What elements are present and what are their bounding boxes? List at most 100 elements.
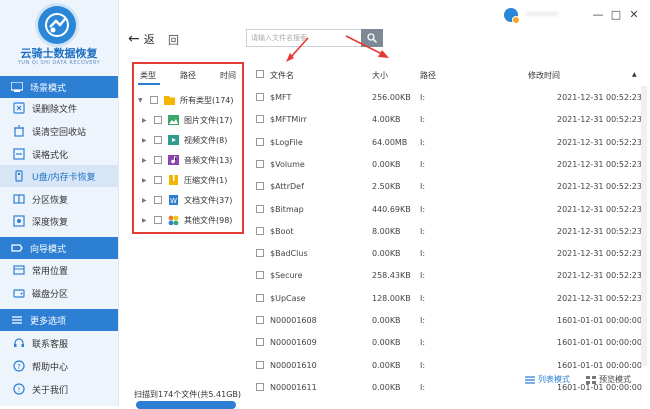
sidebar-item-recycle-bin[interactable]: 误清空回收站 [0,120,118,142]
filter-item-archives[interactable]: ▶ 压缩文件(1) [134,170,242,190]
column-header-modified[interactable]: 修改时间 [528,70,560,81]
filter-item-audio[interactable]: ▶ 音频文件(13) [134,150,242,170]
checkbox[interactable] [154,176,162,184]
refresh-button[interactable]: 回 [168,32,179,48]
cell-file-path: I: [420,316,426,325]
table-row[interactable]: $AttrDef 2.50KB I: 2021-12-31 00:52:23 [250,175,650,197]
column-header-name[interactable]: 文件名 [270,70,294,81]
scrollbar[interactable] [641,86,647,366]
filter-item-label: 视频文件(8) [184,135,228,145]
expand-right-icon[interactable]: ▶ [142,217,150,224]
row-checkbox[interactable] [256,204,264,213]
sidebar-item-usb-recovery[interactable]: U盘/内存卡恢复 [0,165,118,187]
user-info[interactable]: ******** [504,8,558,24]
guide-mode-header[interactable]: 向导模式 [0,237,118,259]
table-row[interactable]: $BadClus 0.00KB I: 2021-12-31 00:52:23 [250,242,650,264]
table-row[interactable]: $Bitmap 440.69KB I: 2021-12-31 00:52:23 [250,198,650,220]
filter-item-videos[interactable]: ▶ 视频文件(8) [134,130,242,150]
expand-right-icon[interactable]: ▶ [142,157,150,164]
usb-icon [12,169,26,183]
sidebar-item-deep-recovery[interactable]: 深度恢复 [0,210,118,232]
sidebar-item-help-center[interactable]: ? 帮助中心 [0,355,118,377]
expand-right-icon[interactable]: ▶ [142,137,150,144]
cell-modified-time: 2021-12-31 00:52:23 [557,115,642,125]
expand-down-icon[interactable]: ▼ [138,97,146,104]
checkbox[interactable] [154,116,162,124]
back-button[interactable]: ← 返 [128,31,155,47]
tab-path[interactable]: 路径 [180,70,196,81]
expand-right-icon[interactable]: ▶ [142,117,150,124]
maximize-button[interactable]: □ [610,8,622,21]
sidebar-item-partition-recovery[interactable]: 分区恢复 [0,188,118,210]
row-checkbox[interactable] [256,360,264,369]
sidebar-item-about-us[interactable]: ! 关于我们 [0,378,118,400]
table-row[interactable]: N00001608 0.00KB I: 1601-01-01 00:00:00 [250,309,650,331]
minimize-button[interactable]: — [592,8,604,21]
column-header-size[interactable]: 大小 [372,70,388,81]
list-mode-label: 列表模式 [538,375,570,384]
row-checkbox[interactable] [256,271,264,280]
table-row[interactable]: $MFT 256.00KB I: 2021-12-31 00:52:23 [250,86,650,108]
cell-file-size: 0.00KB [372,159,401,169]
expand-right-icon[interactable]: ▶ [142,197,150,204]
svg-text:W: W [170,197,177,205]
table-row[interactable]: $LogFile 64.00MB I: 2021-12-31 00:52:23 [250,131,650,153]
sidebar-item-label: 深度恢复 [32,217,69,228]
row-checkbox[interactable] [256,249,264,258]
table-row[interactable]: $MFTMirr 4.00KB I: 2021-12-31 00:52:23 [250,108,650,130]
filter-item-documents[interactable]: ▶ W 文档文件(37) [134,190,242,210]
column-header-path[interactable]: 路径 [420,70,436,81]
filter-item-label: 所有类型(174) [180,95,234,105]
tab-type[interactable]: 类型 [140,70,156,81]
row-checkbox[interactable] [256,159,264,168]
scene-mode-header[interactable]: 场景模式 [0,76,118,98]
row-checkbox[interactable] [256,382,264,391]
sidebar-item-disk-partition[interactable]: 磁盘分区 [0,282,118,304]
row-checkbox[interactable] [256,93,264,101]
row-checkbox[interactable] [256,226,264,235]
table-row[interactable]: $Boot 8.00KB I: 2021-12-31 00:52:23 [250,220,650,242]
preview-mode-button[interactable]: 预览模式 [586,374,631,385]
sidebar-item-format[interactable]: 误格式化 [0,143,118,165]
cell-file-path: I: [420,249,426,259]
checkbox[interactable] [154,216,162,224]
svg-text:?: ? [17,363,21,371]
row-checkbox[interactable] [256,115,264,124]
checkbox[interactable] [154,196,162,204]
more-options-header[interactable]: 更多选项 [0,309,118,331]
recover-button[interactable] [136,401,236,409]
cell-file-path: I: [420,182,426,192]
table-row[interactable]: N00001610 0.00KB I: 1601-01-01 00:00:00 [250,354,650,376]
tab-time[interactable]: 时间 [220,70,236,81]
image-icon [168,115,179,125]
table-row[interactable]: N00001609 0.00KB I: 1601-01-01 00:00:00 [250,331,650,353]
row-checkbox[interactable] [256,182,264,191]
cell-file-name: $LogFile [270,137,303,147]
filter-item-all-types[interactable]: ▼ 所有类型(174) [134,90,242,110]
sidebar-item-contact-support[interactable]: 联系客服 [0,332,118,354]
checkbox[interactable] [154,136,162,144]
row-checkbox[interactable] [256,316,264,324]
table-row[interactable]: $Secure 258.43KB I: 2021-12-31 00:52:23 [250,264,650,286]
cell-file-size: 256.00KB [372,93,411,102]
table-row[interactable]: $Volume 0.00KB I: 2021-12-31 00:52:23 [250,153,650,175]
close-button[interactable]: ✕ [628,8,640,21]
filter-item-images[interactable]: ▶ 图片文件(17) [134,110,242,130]
list-mode-button[interactable]: 列表模式 [525,374,570,385]
expand-right-icon[interactable]: ▶ [142,177,150,184]
table-row[interactable]: $UpCase 128.00KB I: 2021-12-31 00:52:23 [250,287,650,309]
select-all-checkbox[interactable] [256,70,264,78]
row-checkbox[interactable] [256,137,264,146]
checkbox[interactable] [150,96,158,104]
sidebar-item-common-locations[interactable]: 常用位置 [0,259,118,281]
row-checkbox[interactable] [256,293,264,302]
filter-item-other[interactable]: ▶ 其他文件(98) [134,210,242,230]
cell-file-path: I: [420,93,426,102]
sidebar-item-label: 关于我们 [32,385,69,396]
cell-modified-time: 2021-12-31 00:52:23 [557,226,642,236]
checkbox[interactable] [154,156,162,164]
row-checkbox[interactable] [256,338,264,347]
sidebar-item-label: U盘/内存卡恢复 [32,172,96,183]
sort-ascending-icon[interactable]: ▲ [632,71,637,78]
sidebar-item-deleted-files[interactable]: 误删除文件 [0,97,118,119]
